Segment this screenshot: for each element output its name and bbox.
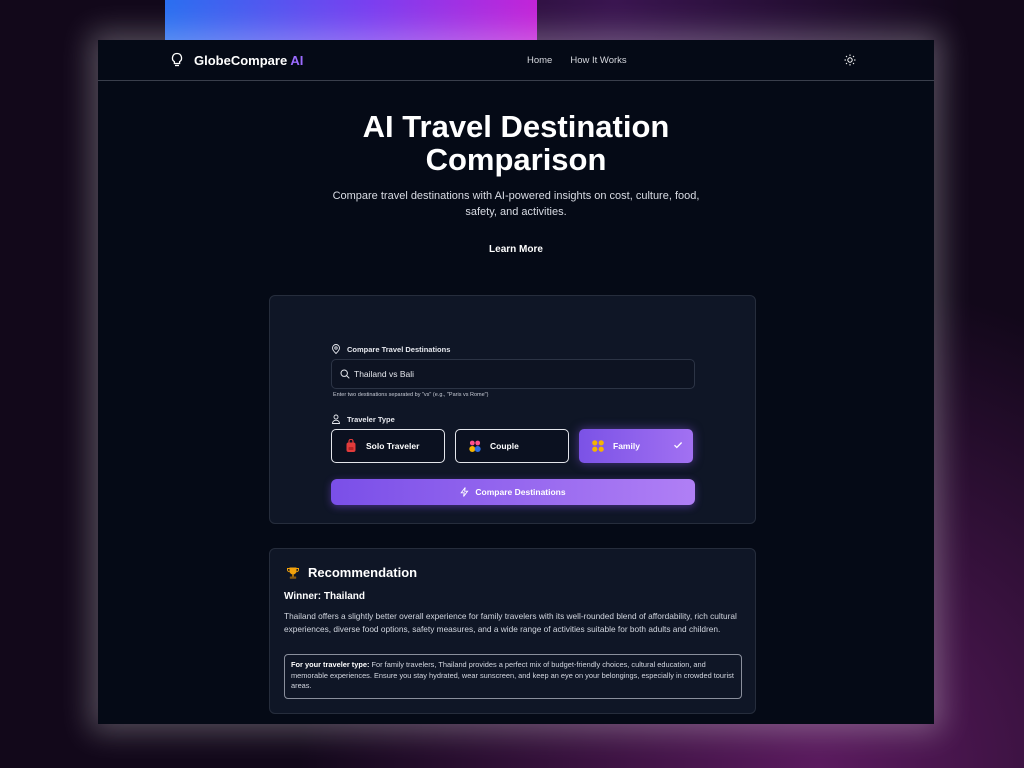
couple-icon (469, 440, 481, 452)
recommendation-heading: Recommendation (286, 565, 417, 580)
traveler-type-note: For your traveler type: For family trave… (284, 654, 742, 699)
recommendation-body: Thailand offers a slightly better overal… (284, 611, 737, 634)
sun-icon[interactable] (844, 54, 856, 66)
nav-home-link[interactable]: Home (527, 55, 552, 66)
lightning-icon (460, 487, 469, 497)
learn-more-link[interactable]: Learn More (98, 244, 934, 255)
brand-logo[interactable]: GlobeCompare AI (170, 52, 303, 68)
recommendation-card: Recommendation Winner: Thailand Thailand… (269, 548, 756, 714)
lightbulb-icon (171, 52, 183, 67)
traveler-type-solo-button[interactable]: Solo Traveler (331, 429, 445, 463)
compare-form-card: Compare Travel Destinations Thailand vs … (269, 295, 756, 524)
destinations-label: Compare Travel Destinations (331, 344, 450, 354)
page-title: AI Travel Destination Comparison (362, 109, 670, 177)
search-input-value: Thailand vs Bali (354, 369, 415, 379)
nav-links: Home How It Works (527, 55, 627, 66)
checkmark-icon (674, 442, 683, 449)
trophy-icon (287, 567, 299, 579)
compare-destinations-button[interactable]: Compare Destinations (331, 479, 695, 505)
app-window: GlobeCompare AI Home How It Works AI Tra… (98, 40, 934, 724)
destinations-search-input[interactable]: Thailand vs Bali (331, 359, 695, 389)
map-pin-icon (332, 344, 340, 354)
traveler-type-family-button[interactable]: Family (579, 429, 693, 463)
family-icon (592, 440, 604, 452)
winner-text: Winner: Thailand (284, 591, 366, 602)
brand-name: GlobeCompare AI (194, 52, 304, 68)
traveler-type-label: Traveler Type (331, 414, 395, 424)
background-gradient-strip (165, 0, 537, 40)
page-subtitle: Compare travel destinations with AI-powe… (332, 190, 700, 218)
traveler-note-label: For your traveler type: (291, 660, 370, 669)
search-icon (340, 369, 350, 379)
traveler-type-couple-button[interactable]: Couple (455, 429, 569, 463)
search-hint: Enter two destinations separated by "vs"… (333, 392, 489, 398)
nav-how-it-works-link[interactable]: How It Works (570, 55, 626, 66)
backpack-icon (346, 439, 356, 452)
top-navbar: GlobeCompare AI Home How It Works (98, 40, 934, 81)
user-icon (332, 414, 340, 424)
